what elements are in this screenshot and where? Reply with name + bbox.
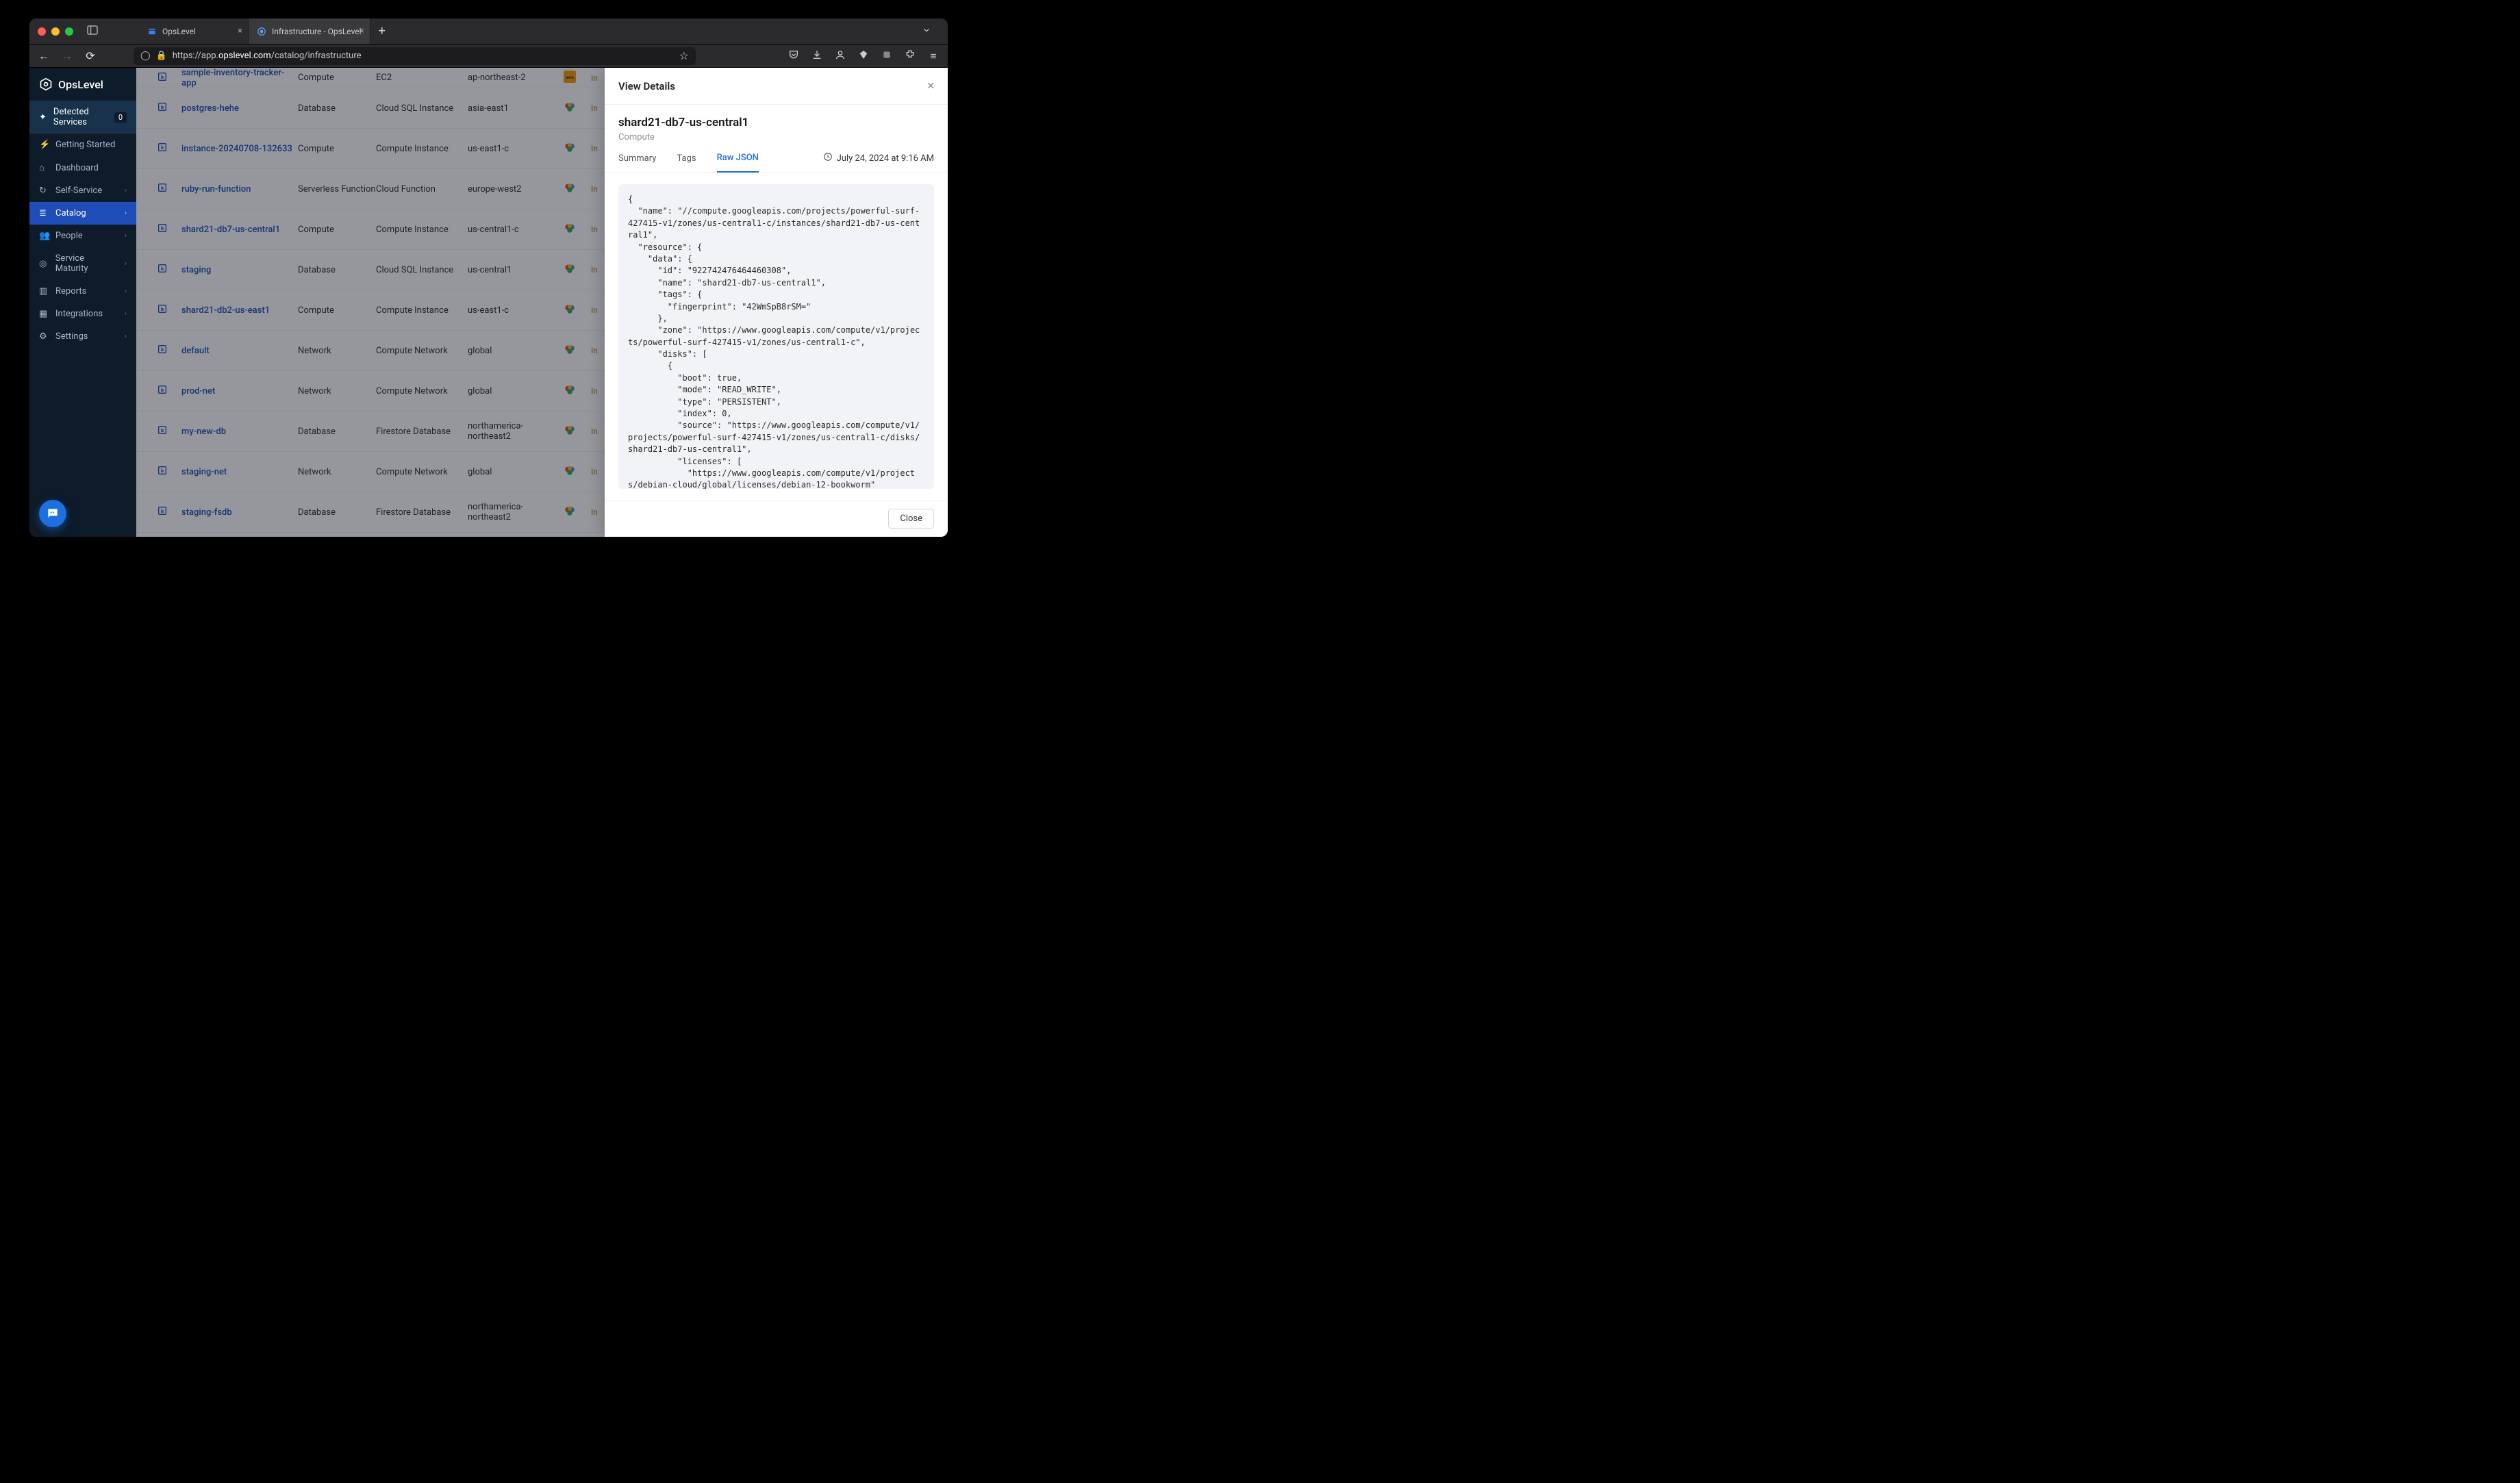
panel-footer: Close — [605, 500, 948, 537]
main-content: sample-inventory-tracker-appComputeEC2ap… — [136, 68, 948, 537]
app-body: OpsLevel ✦ Detected Services 0 ⚡ Getting… — [29, 68, 948, 537]
bolt-icon: ⚡ — [39, 140, 49, 150]
resource-subtitle: Compute — [618, 132, 934, 142]
window-close-button[interactable] — [38, 27, 46, 36]
chevron-right-icon: › — [125, 187, 127, 194]
sidebar-item-label: Detected Services — [53, 107, 108, 127]
sidebar-item-service-maturity[interactable]: ◎ Service Maturity › — [29, 247, 136, 280]
forward-button[interactable]: → — [60, 49, 75, 63]
sidebar-item-settings[interactable]: ⚙ Settings › — [29, 325, 136, 348]
url-text: https://app.opslevel.com/catalog/infrast… — [173, 51, 674, 61]
reload-button[interactable]: ⟳ — [83, 49, 98, 62]
tab-raw-json[interactable]: Raw JSON — [717, 153, 759, 173]
grid-icon: ▦ — [39, 309, 49, 319]
sidebar-item-self-service[interactable]: ↻ Self-Service › — [29, 179, 136, 202]
title-bar: OpsLevel × Infrastructure - OpsLevel × + — [29, 18, 948, 45]
tabs-dropdown-icon[interactable] — [914, 25, 940, 38]
people-icon: 👥 — [39, 231, 49, 241]
sidebar-item-integrations[interactable]: ▦ Integrations › — [29, 303, 136, 325]
tab-tags[interactable]: Tags — [677, 153, 696, 172]
sidebar-nav: ✦ Detected Services 0 ⚡ Getting Started … — [29, 101, 136, 348]
tab-strip: OpsLevel × Infrastructure - OpsLevel × + — [139, 18, 394, 44]
back-button[interactable]: ← — [36, 49, 51, 63]
logo-icon — [39, 77, 53, 91]
sidebar-item-catalog[interactable]: ≣ Catalog › — [29, 202, 136, 225]
extension-icon-2[interactable] — [879, 49, 894, 63]
browser-toolbar: ← → ⟳ ◯ 🔒 https://app.opslevel.com/catal… — [29, 45, 948, 68]
traffic-lights — [38, 27, 73, 36]
sidebar-item-people[interactable]: 👥 People › — [29, 225, 136, 247]
sidebar-item-label: Dashboard — [55, 163, 99, 173]
browser-tab-1[interactable]: OpsLevel × — [139, 18, 249, 44]
refresh-icon: ↻ — [39, 186, 49, 196]
panel-header-title: View Details — [618, 80, 675, 92]
details-panel: View Details × shard21-db7-us-central1 C… — [605, 68, 948, 537]
home-icon: ⌂ — [39, 162, 49, 173]
panel-title-block: shard21-db7-us-central1 Compute — [605, 105, 948, 142]
book-icon: ≣ — [39, 208, 49, 218]
pocket-icon[interactable] — [786, 49, 801, 63]
chart-icon: ▥ — [39, 286, 49, 296]
sidebar-item-label: Integrations — [55, 309, 103, 319]
lock-icon[interactable]: 🔒 — [156, 51, 167, 61]
chevron-right-icon: › — [125, 232, 127, 240]
gear-icon: ⚙ — [39, 331, 49, 342]
sidebar-item-reports[interactable]: ▥ Reports › — [29, 280, 136, 303]
tab-title: OpsLevel — [162, 27, 196, 36]
chevron-right-icon: › — [125, 288, 127, 295]
sidebar-item-label: Service Maturity — [55, 253, 118, 274]
sidebar-item-label: Reports — [55, 286, 86, 296]
badge-count: 0 — [114, 112, 127, 123]
favicon-icon — [257, 27, 266, 36]
chevron-right-icon: › — [125, 333, 127, 340]
brand-name: OpsLevel — [58, 78, 103, 91]
chevron-right-icon: › — [125, 260, 127, 268]
extension-icon[interactable] — [856, 49, 871, 63]
tab-summary[interactable]: Summary — [618, 153, 656, 172]
tab-title: Infrastructure - OpsLevel — [272, 27, 362, 36]
address-bar[interactable]: ◯ 🔒 https://app.opslevel.com/catalog/inf… — [134, 47, 696, 65]
shield-icon[interactable]: ◯ — [140, 51, 151, 61]
window-maximize-button[interactable] — [65, 27, 73, 36]
sidebar: OpsLevel ✦ Detected Services 0 ⚡ Getting… — [29, 68, 136, 537]
close-button[interactable]: Close — [888, 509, 934, 529]
clock-icon — [823, 152, 833, 164]
new-tab-button[interactable]: + — [370, 18, 394, 44]
chat-icon — [46, 507, 60, 520]
downloads-icon[interactable] — [809, 49, 824, 63]
close-icon[interactable]: × — [927, 79, 934, 93]
chevron-right-icon: › — [125, 310, 127, 318]
sparkle-icon: ✦ — [39, 112, 47, 123]
account-icon[interactable] — [833, 49, 848, 63]
sidebar-item-label: People — [55, 231, 83, 241]
sidebar-item-getting-started[interactable]: ⚡ Getting Started — [29, 134, 136, 156]
raw-json-content[interactable]: { "name": "//compute.googleapis.com/proj… — [618, 184, 934, 489]
sidebar-item-label: Getting Started — [55, 140, 115, 150]
sidebar-toggle-icon[interactable] — [87, 25, 98, 38]
tab-close-icon[interactable]: × — [360, 26, 364, 36]
sidebar-item-label: Catalog — [55, 208, 86, 218]
browser-tab-2[interactable]: Infrastructure - OpsLevel × — [249, 18, 370, 44]
browser-window: OpsLevel × Infrastructure - OpsLevel × +… — [29, 18, 948, 537]
target-icon: ◎ — [39, 259, 49, 269]
panel-header: View Details × — [605, 68, 948, 105]
timestamp: July 24, 2024 at 9:16 AM — [823, 152, 934, 173]
sidebar-item-dashboard[interactable]: ⌂ Dashboard — [29, 156, 136, 179]
sidebar-item-label: Self-Service — [55, 186, 102, 196]
favicon-icon — [147, 27, 157, 36]
sidebar-item-detected-services[interactable]: ✦ Detected Services 0 — [29, 101, 136, 134]
menu-icon[interactable]: ≡ — [926, 50, 941, 62]
bookmark-star-icon[interactable]: ☆ — [679, 49, 689, 62]
tab-close-icon[interactable]: × — [238, 26, 242, 36]
brand-logo[interactable]: OpsLevel — [29, 68, 136, 101]
window-minimize-button[interactable] — [51, 27, 60, 36]
chevron-right-icon: › — [125, 210, 127, 217]
sidebar-item-label: Settings — [55, 331, 88, 342]
timestamp-text: July 24, 2024 at 9:16 AM — [837, 153, 934, 164]
resource-title: shard21-db7-us-central1 — [618, 116, 934, 129]
extensions-puzzle-icon[interactable] — [903, 49, 918, 63]
panel-tabs: Summary Tags Raw JSON July 24, 2024 at 9… — [605, 142, 948, 173]
chat-fab[interactable] — [39, 500, 66, 527]
